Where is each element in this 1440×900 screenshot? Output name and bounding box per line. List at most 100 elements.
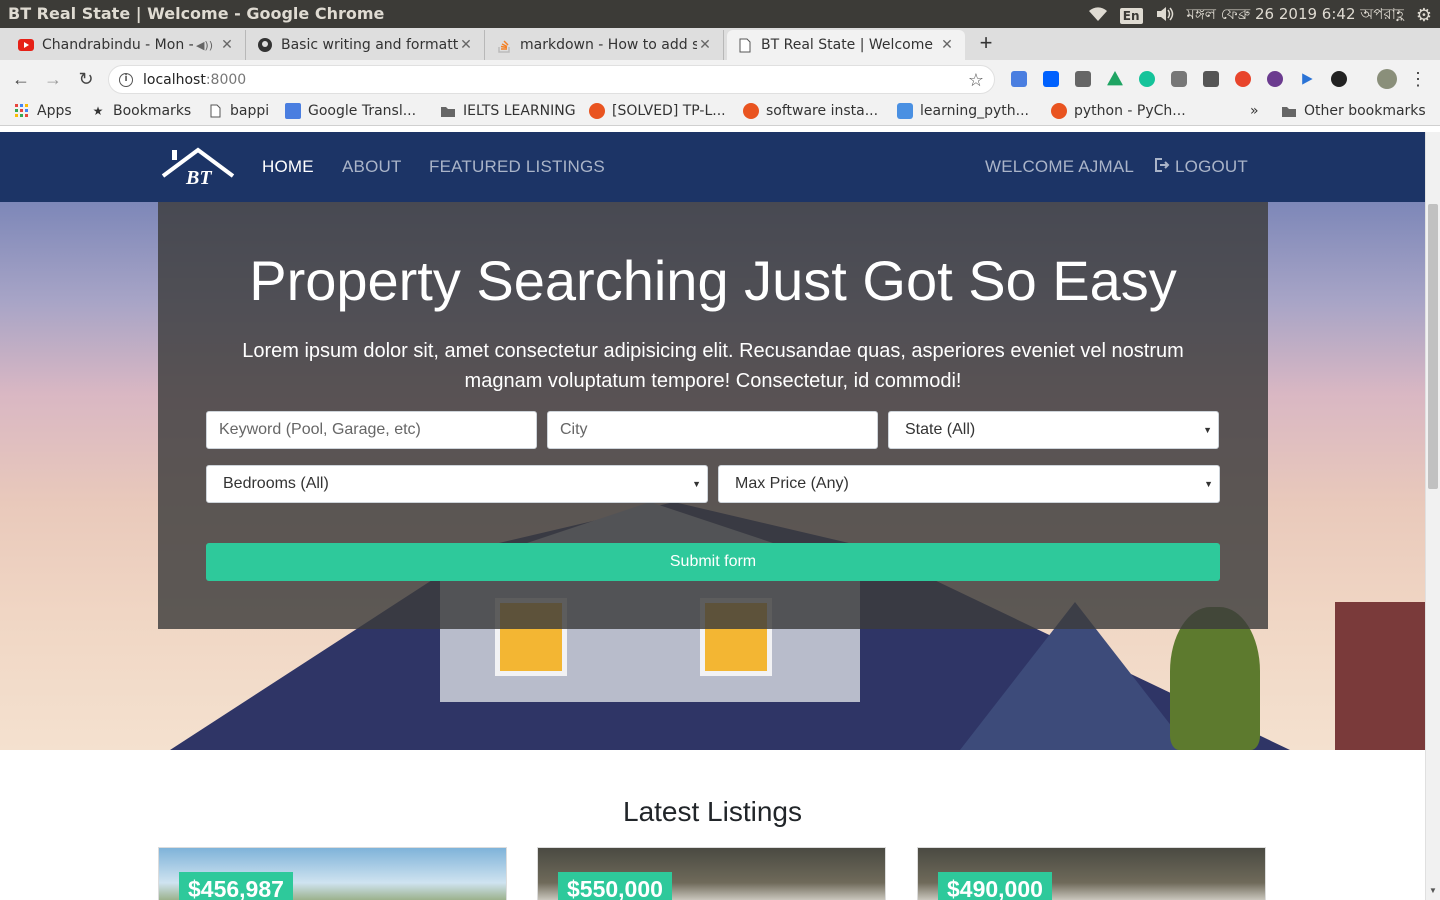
page-viewport: BT HOME ABOUT FEATURED LISTINGS WELCOME …	[0, 132, 1425, 900]
site-navbar: BT HOME ABOUT FEATURED LISTINGS WELCOME …	[0, 132, 1425, 202]
play-extension-icon[interactable]	[1302, 73, 1313, 85]
bedrooms-select[interactable]: Bedrooms (All) ▼	[206, 465, 708, 503]
colab-icon	[897, 103, 913, 119]
github-icon	[257, 37, 273, 53]
bookmark-label: Other bookmarks	[1304, 103, 1426, 119]
bookmark-label: Google Transl...	[308, 103, 417, 119]
bookmark-label: IELTS LEARNING	[463, 103, 576, 119]
listing-price: $456,987	[179, 872, 293, 900]
star-icon: ★	[92, 104, 104, 118]
settings-gear-icon[interactable]: ⚙	[1416, 5, 1432, 26]
bt-logo[interactable]: BT	[160, 146, 236, 188]
tab-title: Basic writing and formatt	[281, 37, 458, 53]
url-host: localhost	[143, 71, 206, 88]
new-tab-button[interactable]: +	[974, 32, 998, 56]
bookmark-learning-python[interactable]: learning_pyth...	[897, 103, 1029, 119]
dropdown-caret-icon: ▼	[1203, 425, 1212, 435]
tab-stackoverflow[interactable]: markdown - How to add s ✕	[486, 30, 724, 60]
bookmark-solved-tp-link[interactable]: [SOLVED] TP-L...	[589, 103, 726, 119]
askubuntu-icon	[743, 103, 759, 119]
keyword-input[interactable]: Keyword (Pool, Garage, etc)	[206, 411, 537, 449]
state-select-value: State (All)	[905, 421, 976, 438]
bookmark-apps[interactable]: Apps	[14, 103, 72, 119]
search-panel: Property Searching Just Got So Easy Lore…	[158, 202, 1268, 629]
bookmarks-bar: Apps ★ Bookmarks bappi Google Transl... I…	[0, 98, 1440, 126]
volume-icon[interactable]	[1155, 6, 1175, 26]
bookmark-ielts-learning[interactable]: IELTS LEARNING	[440, 103, 576, 119]
kami-extension-icon[interactable]	[1267, 71, 1283, 87]
bookmark-python-pycharm[interactable]: python - PyCh...	[1051, 103, 1186, 119]
folder-icon	[440, 103, 456, 119]
url-port: :8000	[205, 71, 247, 88]
submit-form-button[interactable]: Submit form	[206, 543, 1220, 581]
bookmark-google-translate[interactable]: Google Transl...	[285, 103, 416, 119]
gmail-extension-icon[interactable]	[1203, 71, 1219, 87]
state-select[interactable]: State (All) ▼	[888, 411, 1219, 449]
keyboard-layout-indicator[interactable]: En	[1119, 7, 1143, 24]
extension-icon[interactable]	[1235, 71, 1251, 87]
info-icon[interactable]: i	[119, 72, 133, 87]
nav-logout[interactable]: LOGOUT	[1155, 157, 1248, 177]
page-icon	[207, 103, 223, 119]
listing-card[interactable]: $490,000	[917, 847, 1266, 900]
grammarly-extension-icon[interactable]	[1139, 71, 1155, 87]
address-bar[interactable]: i localhost:8000 ☆	[108, 65, 995, 94]
google-translate-extension-icon[interactable]	[1011, 71, 1027, 87]
tab-github[interactable]: Basic writing and formatt ✕	[247, 30, 485, 60]
sign-out-icon	[1155, 157, 1170, 177]
nav-home[interactable]: HOME	[262, 157, 314, 177]
scroll-down-arrow-icon[interactable]: ▼	[1429, 886, 1437, 895]
stackoverflow-icon	[496, 37, 512, 53]
max-price-select[interactable]: Max Price (Any) ▼	[718, 465, 1220, 503]
scrollbar-thumb[interactable]	[1428, 204, 1438, 489]
bookmark-label: software insta...	[766, 103, 879, 119]
window-title: BT Real State | Welcome - Google Chrome	[8, 4, 385, 23]
tab-youtube[interactable]: Chandrabindu - Mon - | ◀)) ✕	[8, 30, 246, 60]
back-button[interactable]: ←	[10, 68, 32, 90]
nav-welcome-user[interactable]: WELCOME AJMAL	[985, 157, 1134, 177]
tab-strip: Chandrabindu - Mon - | ◀)) ✕ Basic writi…	[0, 28, 1440, 60]
bookmark-label: Bookmarks	[113, 103, 192, 119]
logout-label: LOGOUT	[1175, 157, 1248, 176]
screenshot-extension-icon[interactable]	[1075, 71, 1091, 87]
wifi-icon[interactable]	[1088, 6, 1108, 26]
listing-card[interactable]: $550,000	[537, 847, 886, 900]
bookmark-star-icon[interactable]: ☆	[968, 70, 984, 91]
bookmarks-overflow-chevron[interactable]: »	[1250, 103, 1259, 119]
dropbox-extension-icon[interactable]	[1043, 71, 1059, 87]
listing-card[interactable]: $456,987	[158, 847, 507, 900]
close-icon[interactable]: ✕	[458, 37, 474, 53]
reload-button[interactable]: ↻	[75, 68, 97, 90]
bookmark-bookmarks[interactable]: ★ Bookmarks	[90, 103, 192, 119]
apps-grid-icon	[14, 103, 30, 119]
menu-dots-icon[interactable]: ⋮	[1407, 68, 1429, 90]
google-drive-extension-icon[interactable]	[1107, 71, 1123, 86]
extension-icon[interactable]	[1331, 71, 1347, 87]
nav-featured-listings[interactable]: FEATURED LISTINGS	[429, 157, 605, 177]
bookmark-software-install[interactable]: software insta...	[743, 103, 878, 119]
close-icon[interactable]: ✕	[219, 37, 235, 53]
pocket-extension-icon[interactable]	[1171, 71, 1187, 87]
close-icon[interactable]: ✕	[697, 37, 713, 53]
city-input[interactable]: City	[547, 411, 878, 449]
profile-avatar[interactable]	[1377, 69, 1397, 89]
tab-title: Chandrabindu - Mon - |	[42, 37, 196, 53]
forward-button[interactable]: →	[42, 68, 64, 90]
close-icon[interactable]: ✕	[939, 37, 955, 53]
youtube-icon	[18, 37, 34, 53]
clock[interactable]: মঙ্গল ফেব্রু 26 2019 6:42 অপরাহ্ণ	[1187, 3, 1404, 28]
tab-bt-real-state[interactable]: BT Real State | Welcome ✕	[727, 30, 965, 60]
bookmark-label: [SOLVED] TP-L...	[612, 103, 726, 119]
nav-about[interactable]: ABOUT	[342, 157, 402, 177]
page-scrollbar[interactable]: ▼	[1425, 132, 1440, 900]
audio-playing-icon[interactable]: ◀))	[196, 39, 213, 52]
hero-title: Property Searching Just Got So Easy	[249, 249, 1177, 312]
bookmark-bappi[interactable]: bappi	[207, 103, 269, 119]
folder-icon	[1281, 103, 1297, 119]
os-top-bar: BT Real State | Welcome - Google Chrome …	[0, 0, 1440, 28]
listing-price: $490,000	[938, 872, 1052, 900]
bookmark-other-bookmarks[interactable]: Other bookmarks	[1281, 103, 1426, 119]
askubuntu-icon	[1051, 103, 1067, 119]
bookmark-label: learning_pyth...	[920, 103, 1029, 119]
neighbor-house	[1335, 602, 1425, 750]
